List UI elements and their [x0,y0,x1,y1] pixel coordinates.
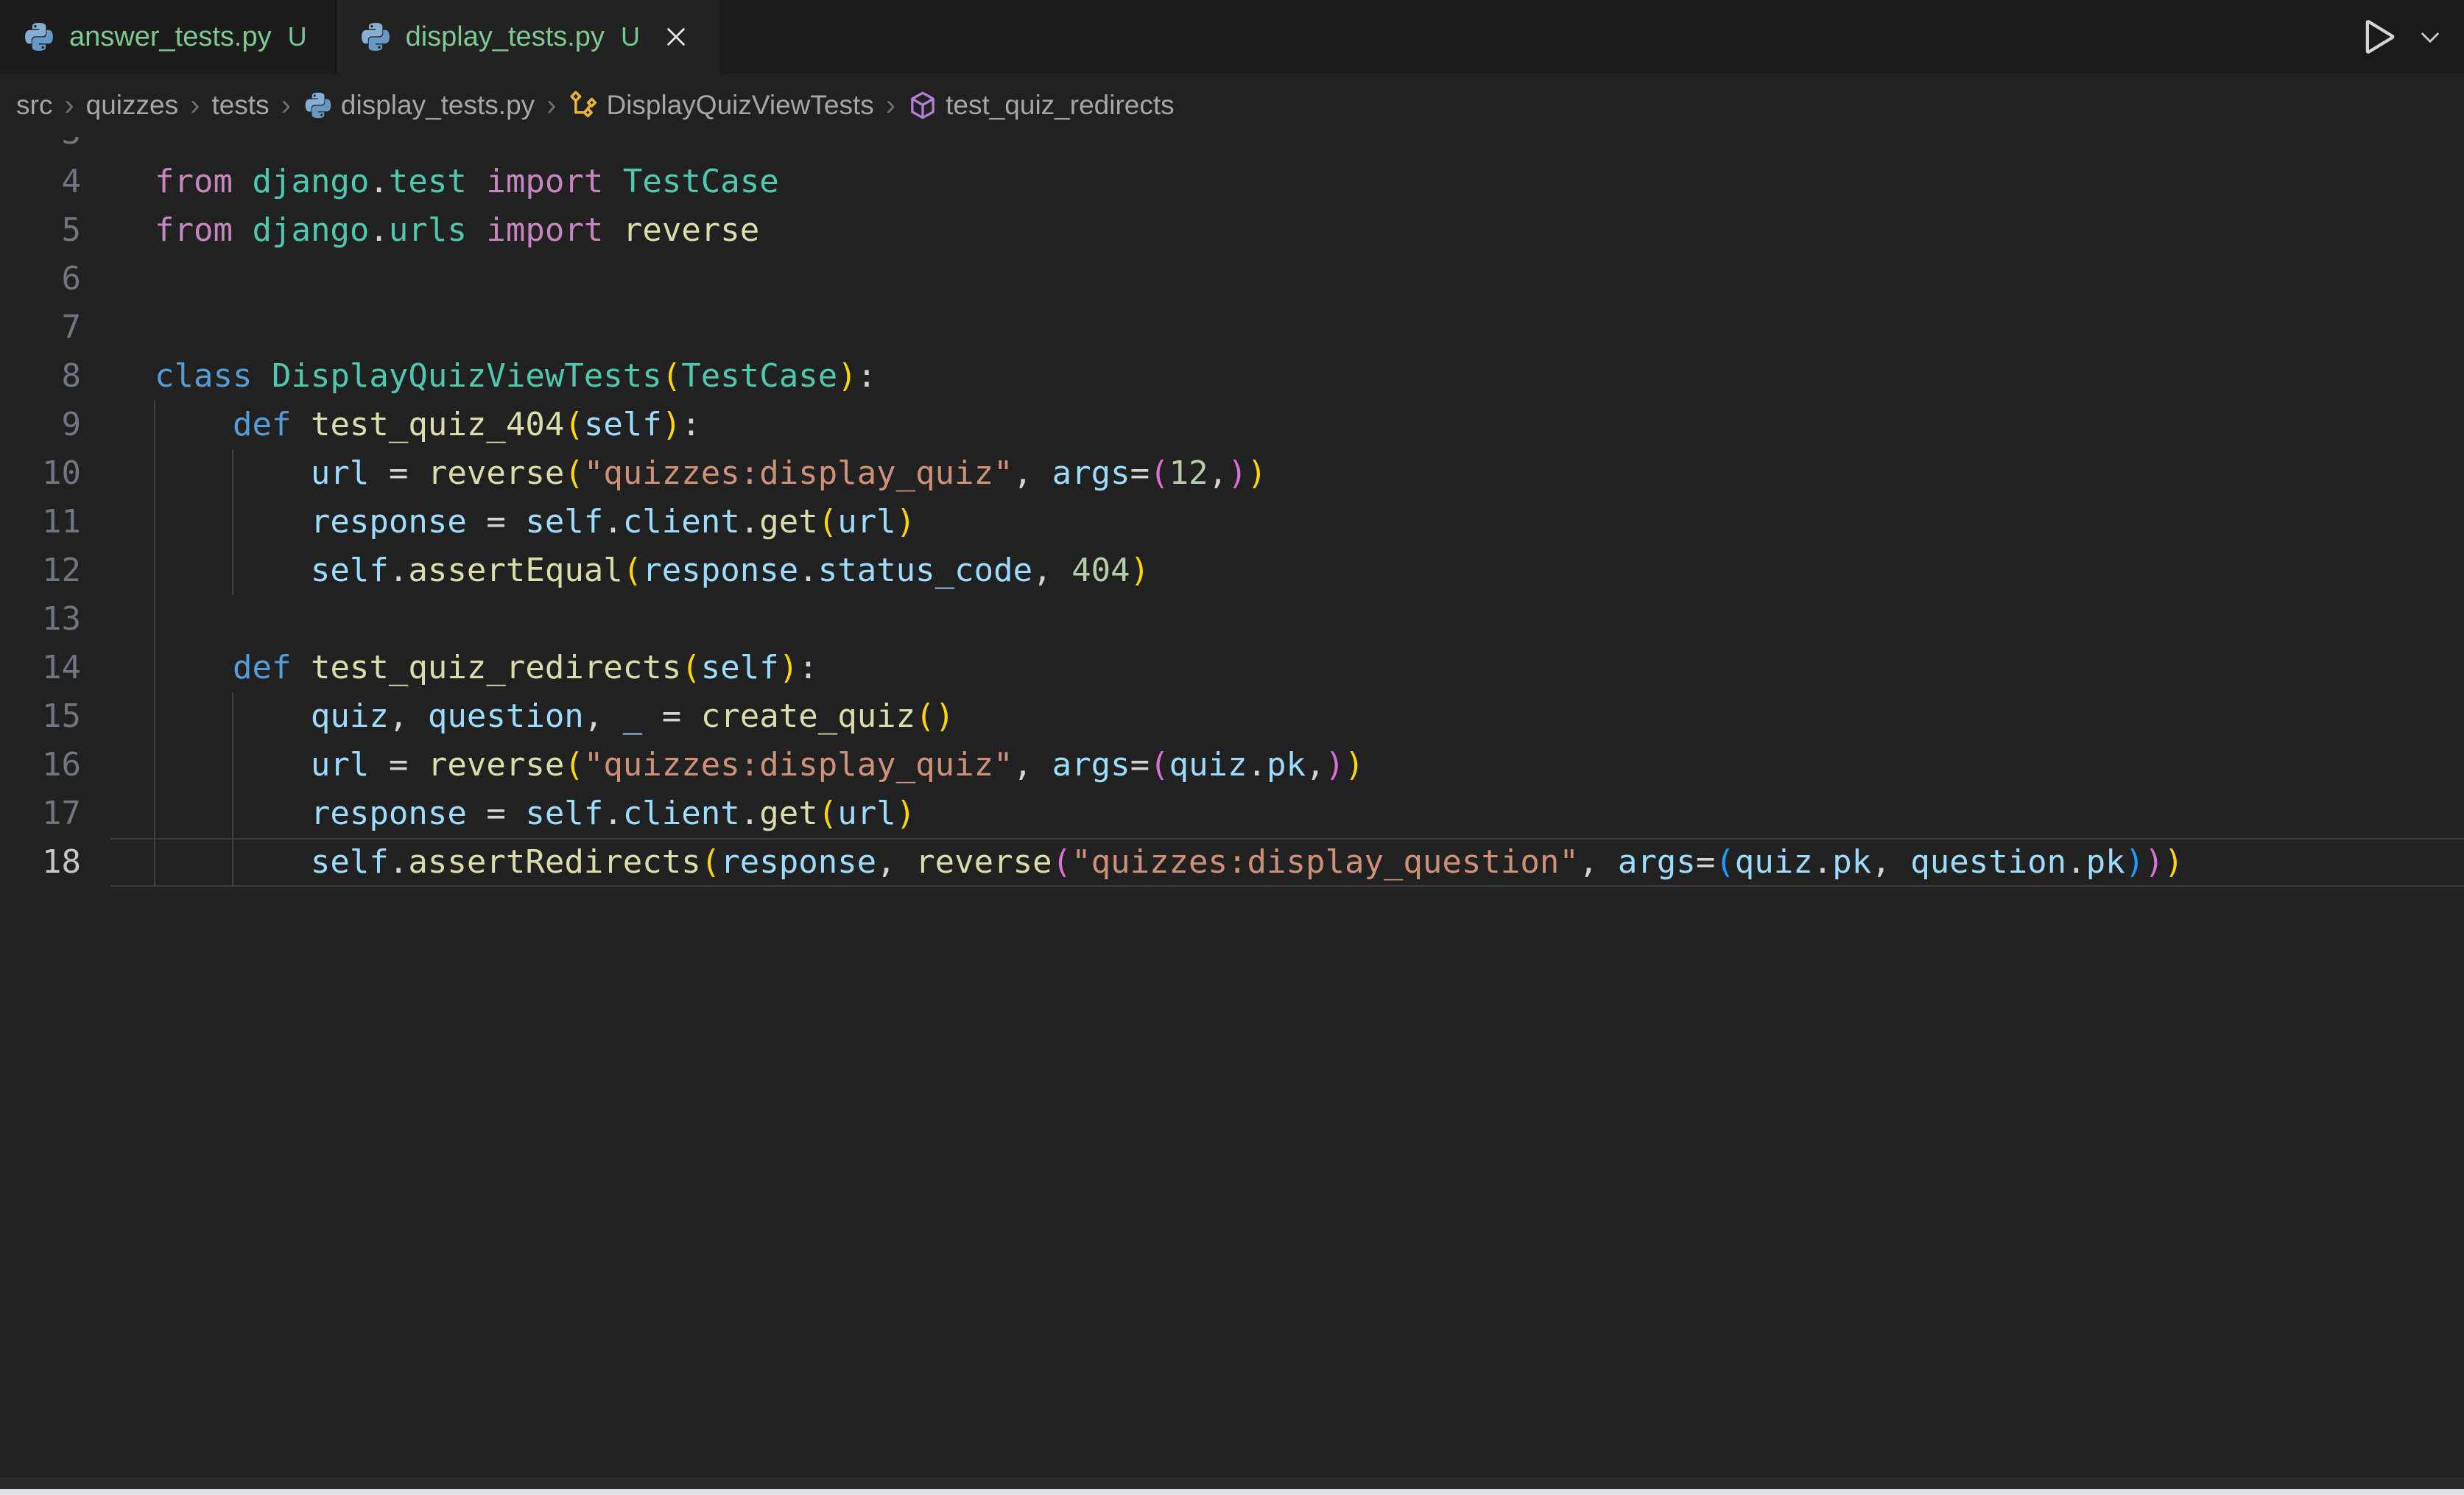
line-number[interactable]: 5 [0,206,81,255]
code-line[interactable]: 3 [0,137,2464,158]
code-text: response = self.client.get(url) [155,498,915,546]
code-text: def test_quiz_redirects(self): [155,644,818,692]
panel-divider [0,1477,2464,1489]
line-number[interactable]: 16 [0,741,81,789]
tab-bar-empty-space [719,0,2355,74]
code-line[interactable]: 17 response = self.client.get(url) [0,789,2464,838]
method-symbol-icon [907,90,938,121]
code-text: from django.test import TestCase [155,158,779,206]
line-number[interactable]: 8 [0,352,81,401]
tab-label: answer_tests.py [69,21,272,53]
breadcrumb-separator-icon: › [64,91,74,120]
git-untracked-badge: U [288,21,307,52]
code-line[interactable]: 4 from django.test import TestCase [0,158,2464,206]
code-line[interactable]: 13 [0,595,2464,644]
line-number[interactable]: 6 [0,255,81,303]
line-number[interactable]: 10 [0,449,81,498]
tab-label: display_tests.py [406,21,605,53]
breadcrumb-item[interactable]: DisplayQuizViewTests [606,90,873,121]
python-file-icon [22,20,56,54]
run-file-button[interactable] [2355,14,2401,60]
line-number[interactable]: 9 [0,401,81,449]
code-line[interactable]: 8 class DisplayQuizViewTests(TestCase): [0,352,2464,401]
code-text: self.assertRedirects(response, reverse("… [155,838,2183,887]
line-number[interactable]: 11 [0,498,81,546]
close-icon[interactable] [661,21,691,52]
breadcrumb-separator-icon: › [546,91,556,120]
breadcrumb-item[interactable]: quizzes [86,90,178,121]
code-text: self.assertEqual(response.status_code, 4… [155,546,1150,595]
code-text: response = self.client.get(url) [155,789,915,838]
breadcrumb-separator-icon: › [190,91,200,120]
code-line[interactable]: 9 def test_quiz_404(self): [0,401,2464,449]
tab-answer-tests[interactable]: answer_tests.py U [0,0,337,74]
code-line[interactable]: 10 url = reverse("quizzes:display_quiz",… [0,449,2464,498]
tab-bar: answer_tests.py U display_tests.py U [0,0,2464,74]
code-text: class DisplayQuizViewTests(TestCase): [155,352,876,401]
line-number[interactable]: 17 [0,789,81,838]
vscode-window: answer_tests.py U display_tests.py U [0,0,2464,1495]
breadcrumb-item[interactable]: display_tests.py [341,90,535,121]
line-number[interactable]: 13 [0,595,81,644]
code-text: from django.urls import reverse [155,206,759,255]
breadcrumb-separator-icon: › [281,91,291,120]
code-text: url = reverse("quizzes:display_quiz", ar… [155,449,1267,498]
run-options-chevron-icon[interactable] [2415,22,2445,52]
code-text: quiz, question, _ = create_quiz() [155,692,954,741]
git-untracked-badge: U [621,21,640,52]
line-number[interactable]: 3 [0,137,81,158]
line-number[interactable]: 14 [0,644,81,692]
code-text: def test_quiz_404(self): [155,401,701,449]
code-line[interactable]: 11 response = self.client.get(url) [0,498,2464,546]
class-symbol-icon [568,90,599,121]
python-file-icon [359,20,393,54]
code-text: url = reverse("quizzes:display_quiz", ar… [155,741,1365,789]
code-line[interactable]: 6 [0,255,2464,303]
line-number[interactable]: 15 [0,692,81,741]
tab-display-tests[interactable]: display_tests.py U [337,0,719,74]
line-number[interactable]: 4 [0,158,81,206]
breadcrumb-separator-icon: › [886,91,895,120]
breadcrumb-item[interactable]: tests [211,90,269,121]
code-line[interactable]: 18 self.assertRedirects(response, revers… [0,838,2464,887]
code-line[interactable]: 16 url = reverse("quizzes:display_quiz",… [0,741,2464,789]
line-number[interactable]: 7 [0,303,81,352]
breadcrumb-item[interactable]: src [16,90,52,121]
code-line[interactable]: 12 self.assertEqual(response.status_code… [0,546,2464,595]
indent-guide [154,595,155,644]
line-number[interactable]: 12 [0,546,81,595]
breadcrumb: src › quizzes › tests › display_tests.py › Displ… [0,74,2464,137]
line-number[interactable]: 18 [0,838,81,887]
code-line[interactable]: 15 quiz, question, _ = create_quiz() [0,692,2464,741]
python-symbol-icon [303,90,334,121]
code-editor[interactable]: 34 from django.test import TestCase 5 from … [0,137,2464,1477]
code-line[interactable]: 14 def test_quiz_redirects(self): [0,644,2464,692]
editor-actions [2355,0,2464,74]
code-line[interactable]: 7 [0,303,2464,352]
breadcrumb-item[interactable]: test_quiz_redirects [946,90,1175,121]
window-bottom-edge [0,1489,2464,1495]
code-line[interactable]: 5 from django.urls import reverse [0,206,2464,255]
